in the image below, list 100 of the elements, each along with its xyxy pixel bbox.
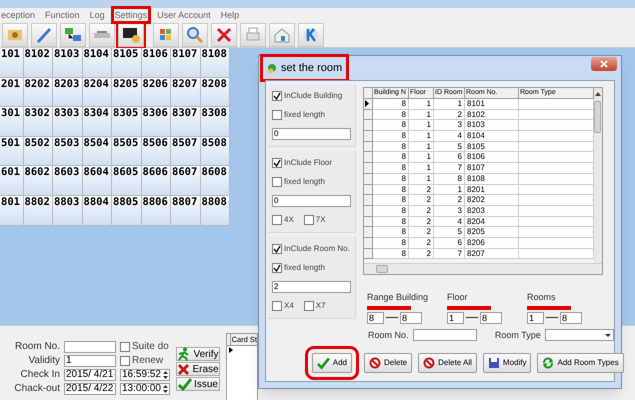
row-header[interactable] <box>364 99 373 110</box>
room-no-field[interactable] <box>64 340 116 352</box>
room-tile[interactable]: 8508 <box>200 136 230 166</box>
room-tile[interactable]: 8207 <box>171 78 200 108</box>
length-field[interactable]: 0 <box>272 128 351 140</box>
room-tile[interactable]: 8806 <box>142 196 171 226</box>
room-tile[interactable]: 8302 <box>24 107 53 137</box>
room-tile[interactable]: 8604 <box>82 166 112 196</box>
dialog-button[interactable]: Delete <box>364 353 412 373</box>
date-picker[interactable]: 2015/ 4/21 <box>64 368 116 380</box>
room-tile[interactable]: 8608 <box>200 166 230 196</box>
checkbox[interactable] <box>272 110 282 120</box>
room-tile[interactable]: 8203 <box>53 78 82 108</box>
room-tile[interactable]: 8605 <box>112 166 142 196</box>
dialog-button[interactable]: Delete All <box>418 353 477 373</box>
close-button[interactable] <box>591 57 617 71</box>
room-tile[interactable]: 8505 <box>112 136 142 166</box>
range-to-field[interactable]: 8 <box>560 312 582 324</box>
menu-item[interactable]: eception <box>0 9 36 21</box>
room-tile[interactable]: 8804 <box>82 196 112 226</box>
room-tile[interactable]: 8304 <box>82 107 112 137</box>
room-tile[interactable]: 8208 <box>200 78 230 108</box>
room-tile[interactable]: 101 <box>0 48 24 78</box>
checkbox[interactable] <box>304 215 314 225</box>
table-cell: 2 <box>409 195 434 206</box>
room-tile[interactable]: 8105 <box>112 48 142 78</box>
checkbox[interactable] <box>304 301 314 311</box>
room-tile[interactable]: 8807 <box>171 196 200 226</box>
room-tile[interactable]: 601 <box>0 166 24 196</box>
room-tile[interactable]: 8805 <box>112 196 142 226</box>
room-tile[interactable]: 8808 <box>200 196 230 226</box>
room-tile[interactable]: 8502 <box>24 136 53 166</box>
toolbar-button[interactable] <box>118 22 144 46</box>
checkbox[interactable] <box>120 356 130 366</box>
room-type-dropdown[interactable] <box>544 329 614 342</box>
range-to-field[interactable]: 8 <box>400 312 422 324</box>
room-tile[interactable]: 8603 <box>53 166 82 196</box>
room-tile[interactable]: 8204 <box>82 78 112 108</box>
scroll-thumb[interactable] <box>594 101 601 133</box>
action-button[interactable]: Verify <box>176 347 220 361</box>
menu-item[interactable]: Log <box>88 9 106 21</box>
room-tile[interactable]: 8202 <box>24 78 53 108</box>
checkbox[interactable] <box>272 177 282 187</box>
room-tile[interactable]: 8108 <box>200 48 230 78</box>
length-field[interactable]: 2 <box>272 281 351 293</box>
validity-field[interactable]: 1 <box>64 354 116 366</box>
room-tile[interactable]: 8305 <box>112 107 142 137</box>
checkbox[interactable] <box>120 342 130 352</box>
time-spinner[interactable]: 16:59:52 <box>120 368 170 380</box>
room-no-field[interactable] <box>412 329 477 342</box>
room-tile[interactable]: 501 <box>0 136 24 166</box>
dialog-button[interactable]: Add Room Types <box>537 353 624 373</box>
menu-item[interactable]: Function <box>44 9 81 21</box>
room-tile[interactable]: 8308 <box>200 107 230 137</box>
range-to-field[interactable]: 8 <box>480 312 502 324</box>
range-from-field[interactable]: 8 <box>367 312 384 324</box>
length-field[interactable]: 0 <box>272 195 351 207</box>
action-button[interactable]: Erase <box>176 362 220 376</box>
room-tile[interactable]: 301 <box>0 107 24 137</box>
checkbox[interactable] <box>272 91 282 101</box>
room-tile[interactable]: 8602 <box>24 166 53 196</box>
room-tile[interactable]: 8504 <box>82 136 112 166</box>
range-from-field[interactable]: 1 <box>527 312 544 324</box>
room-tile[interactable]: 8606 <box>142 166 171 196</box>
menu-item[interactable]: User Account <box>156 9 212 21</box>
menu-item[interactable]: Settings <box>114 9 148 21</box>
room-tile[interactable]: 8206 <box>142 78 171 108</box>
room-tile[interactable]: 8803 <box>53 196 82 226</box>
room-tile[interactable]: 8102 <box>24 48 53 78</box>
action-button[interactable]: Issue <box>176 377 220 391</box>
room-tile[interactable]: 8506 <box>142 136 171 166</box>
room-tile[interactable]: 8607 <box>171 166 200 196</box>
table-cell: 1 <box>409 142 434 152</box>
room-tile[interactable]: 8107 <box>171 48 200 78</box>
checkbox[interactable] <box>272 215 282 225</box>
room-tile[interactable]: 8507 <box>171 136 200 166</box>
room-tile[interactable]: 8503 <box>53 136 82 166</box>
room-tile[interactable]: 201 <box>0 78 24 108</box>
date-picker[interactable]: 2015/ 4/22 <box>64 382 116 394</box>
checkbox[interactable] <box>272 301 282 311</box>
checkbox[interactable] <box>272 244 282 254</box>
checkbox[interactable] <box>272 158 282 168</box>
cross-icon <box>177 362 190 376</box>
room-tile[interactable]: 8303 <box>53 107 82 137</box>
scroll-thumb[interactable] <box>376 265 388 273</box>
menu-item[interactable]: Help <box>220 9 240 21</box>
checkbox[interactable] <box>272 263 282 273</box>
room-tile[interactable]: 8307 <box>171 107 200 137</box>
room-tile[interactable]: 801 <box>0 196 24 226</box>
time-spinner[interactable]: 13:00:00 <box>120 382 170 394</box>
room-tile[interactable]: 8306 <box>142 107 171 137</box>
dialog-button[interactable]: Modify <box>482 353 532 373</box>
room-tile[interactable]: 8104 <box>82 48 112 78</box>
room-tile[interactable]: 8205 <box>112 78 142 108</box>
vertical-scrollbar[interactable] <box>594 99 602 263</box>
room-tile[interactable]: 8802 <box>24 196 53 226</box>
range-from-field[interactable]: 1 <box>447 312 464 324</box>
room-tile[interactable]: 8106 <box>142 48 171 78</box>
horizontal-scrollbar[interactable] <box>364 263 602 274</box>
room-tile[interactable]: 8103 <box>53 48 82 78</box>
